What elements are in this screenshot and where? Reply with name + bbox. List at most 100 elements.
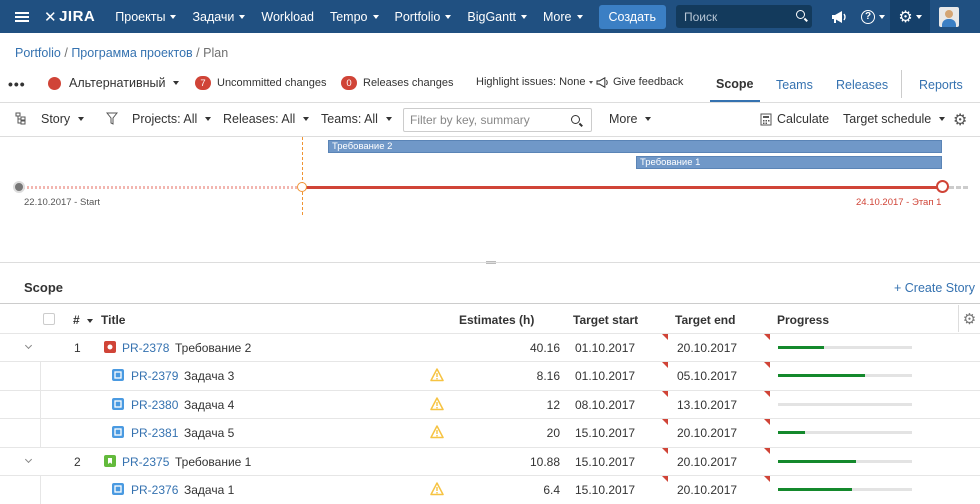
tab-teams[interactable]: Teams [776, 68, 813, 102]
nav-workload[interactable]: Workload [253, 0, 322, 33]
target-end-value[interactable]: 13.10.2017 [677, 398, 737, 412]
avatar[interactable] [934, 0, 964, 33]
tab-scope[interactable]: Scope [710, 68, 760, 102]
warning-icon[interactable] [430, 482, 444, 496]
table-row[interactable]: PR-2380 Задача 4 12 08.10.2017 13.10.2017 [0, 390, 980, 419]
releases-filter[interactable]: Releases: All [223, 112, 310, 126]
resize-handle[interactable] [486, 261, 496, 264]
hierarchy-guide [40, 391, 41, 419]
nav-tempo[interactable]: Tempo [322, 0, 387, 33]
uncommitted-changes[interactable]: 7 Uncommitted changes [195, 76, 326, 90]
table-row[interactable]: 2 PR-2375 Требование 1 10.88 15.10.2017 20.10… [0, 447, 980, 475]
target-schedule-dropdown[interactable]: Target schedule [843, 112, 946, 126]
target-start-value[interactable]: 15.10.2017 [575, 426, 635, 440]
divider [901, 70, 902, 98]
table-row[interactable]: PR-2381 Задача 5 20 15.10.2017 20.10.2017 [0, 418, 980, 447]
release-marker[interactable] [936, 180, 949, 193]
estimate-value[interactable]: 40.16 [530, 341, 560, 355]
breadcrumb-current: Plan [203, 46, 229, 60]
filter-input[interactable] [403, 108, 592, 132]
create-story-button[interactable]: + Create Story [894, 281, 975, 295]
table-row[interactable]: 1 PR-2378 Требование 2 40.16 01.10.2017 20.10… [0, 333, 980, 361]
estimate-value[interactable]: 6.4 [543, 483, 560, 497]
chevron-down-icon[interactable] [24, 455, 33, 464]
releases-count-badge: 0 [341, 76, 357, 90]
target-end-value[interactable]: 20.10.2017 [677, 426, 737, 440]
target-start-value[interactable]: 15.10.2017 [575, 483, 635, 497]
timeline-bar[interactable]: Требование 1 [636, 156, 942, 169]
progress-bar [778, 346, 912, 349]
gear-icon[interactable]: ⚙ [890, 0, 930, 33]
issue-title: Задача 1 [184, 483, 235, 497]
table-row[interactable]: PR-2376 Задача 1 6.4 15.10.2017 20.10.2017 [0, 475, 980, 504]
teams-filter[interactable]: Teams: All [321, 112, 392, 126]
releases-changes[interactable]: 0 Releases changes [341, 76, 454, 90]
filter-icon[interactable] [106, 112, 118, 125]
help-icon[interactable]: ? [856, 0, 890, 33]
estimate-value[interactable]: 12 [547, 398, 560, 412]
story-level-dropdown[interactable]: Story [41, 112, 85, 126]
highlight-issues[interactable]: Highlight issues: None [476, 76, 594, 88]
estimate-value[interactable]: 10.88 [530, 455, 560, 469]
scenario-selector[interactable]: Альтернативный [48, 76, 180, 90]
divider [0, 303, 980, 304]
table-row[interactable]: PR-2379 Задача 3 8.16 01.10.2017 05.10.2017 [0, 361, 980, 390]
more-filters-dropdown[interactable]: More [609, 112, 652, 126]
chevron-down-icon [645, 117, 652, 121]
gear-icon[interactable]: ⚙ [958, 305, 980, 332]
nav-more[interactable]: More [535, 0, 590, 33]
target-end-value[interactable]: 20.10.2017 [677, 455, 737, 469]
chevron-down-icon [173, 81, 180, 85]
breadcrumb-program[interactable]: Программа проектов [71, 46, 192, 60]
target-end-value[interactable]: 05.10.2017 [677, 369, 737, 383]
calculate-button[interactable]: Calculate [760, 112, 829, 126]
target-start-value[interactable]: 15.10.2017 [575, 455, 635, 469]
task-type-icon [112, 369, 124, 381]
issue-key-link[interactable]: PR-2381 [131, 426, 178, 440]
start-marker[interactable] [13, 181, 25, 193]
issue-key-link[interactable]: PR-2375 [122, 455, 169, 469]
megaphone-icon[interactable] [822, 0, 856, 33]
breadcrumb-portfolio[interactable]: Portfolio [15, 46, 61, 60]
target-end-value[interactable]: 20.10.2017 [677, 341, 737, 355]
tab-reports[interactable]: Reports [919, 68, 963, 102]
issue-key-link[interactable]: PR-2379 [131, 369, 178, 383]
estimate-value[interactable]: 20 [547, 426, 560, 440]
nav-biggantt[interactable]: BigGantt [459, 0, 535, 33]
nav-projects[interactable]: Проекты [107, 0, 184, 33]
more-actions-icon[interactable]: ••• [8, 76, 26, 92]
issue-key-link[interactable]: PR-2378 [122, 341, 169, 355]
nav-portfolio[interactable]: Portfolio [387, 0, 460, 33]
give-feedback[interactable]: Give feedback [596, 76, 683, 88]
column-header-target-start[interactable]: Target start [573, 313, 638, 327]
warning-icon[interactable] [430, 425, 444, 439]
target-start-value[interactable]: 01.10.2017 [575, 341, 635, 355]
column-header-progress[interactable]: Progress [777, 313, 829, 327]
issue-key-link[interactable]: PR-2380 [131, 398, 178, 412]
today-dot [297, 182, 307, 192]
tab-releases[interactable]: Releases [836, 68, 888, 102]
projects-filter[interactable]: Projects: All [132, 112, 212, 126]
warning-icon[interactable] [430, 397, 444, 411]
warning-icon[interactable] [430, 368, 444, 382]
nav-issues[interactable]: Задачи [184, 0, 253, 33]
search-input[interactable]: Поиск [676, 5, 812, 28]
column-header-estimates[interactable]: Estimates (h) [459, 313, 534, 327]
target-start-value[interactable]: 08.10.2017 [575, 398, 635, 412]
hierarchy-icon[interactable] [15, 112, 27, 125]
column-header-title[interactable]: Title [101, 313, 125, 327]
create-button[interactable]: Создать [598, 4, 667, 29]
target-end-value[interactable]: 20.10.2017 [677, 483, 737, 497]
target-start-value[interactable]: 01.10.2017 [575, 369, 635, 383]
issue-key-link[interactable]: PR-2376 [131, 483, 178, 497]
column-header-target-end[interactable]: Target end [675, 313, 735, 327]
estimate-value[interactable]: 8.16 [537, 369, 560, 383]
gear-icon[interactable]: ⚙ [953, 110, 967, 130]
jira-logo[interactable]: ✕ JIRA [44, 8, 95, 26]
progress-fill [778, 431, 805, 434]
menu-icon[interactable] [0, 0, 44, 33]
select-all-checkbox[interactable] [43, 313, 55, 325]
timeline-bar[interactable]: Требование 2 [328, 140, 942, 153]
column-header-number[interactable]: # [73, 313, 94, 327]
chevron-down-icon[interactable] [24, 341, 33, 350]
